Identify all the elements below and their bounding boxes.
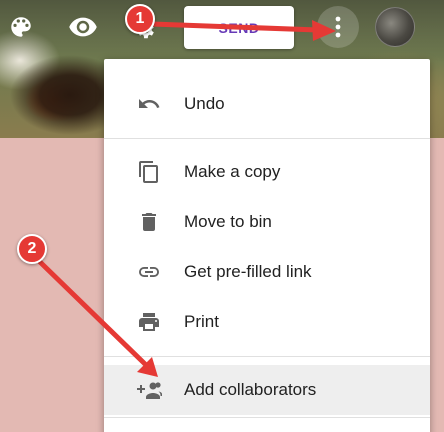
more-options-menu: Undo Make a copy Move to bin Get pre-fil…	[104, 59, 430, 432]
print-icon	[136, 309, 162, 335]
menu-item-label: Get pre-filled link	[184, 262, 312, 281]
menu-item-label: Move to bin	[184, 212, 272, 231]
more-options-button[interactable]	[317, 6, 359, 48]
menu-item-label: Add collaborators	[184, 380, 317, 399]
step-1-badge: 1	[125, 4, 155, 34]
menu-item-print[interactable]: Print	[104, 297, 430, 347]
menu-item-label: Undo	[184, 94, 225, 113]
trash-icon	[136, 209, 162, 235]
menu-item-move-to-bin[interactable]: Move to bin	[104, 197, 430, 247]
menu-divider	[104, 138, 430, 139]
link-icon	[136, 259, 162, 285]
menu-item-undo[interactable]: Undo	[104, 79, 430, 129]
step-2-badge: 2	[17, 234, 47, 264]
copy-icon	[136, 159, 162, 185]
menu-item-add-collaborators[interactable]: Add collaborators	[104, 365, 430, 415]
palette-icon[interactable]	[8, 14, 34, 40]
avatar[interactable]	[375, 7, 415, 47]
undo-icon	[136, 91, 162, 117]
menu-item-make-copy[interactable]: Make a copy	[104, 147, 430, 197]
send-button[interactable]: SEND	[184, 6, 294, 49]
eye-icon[interactable]	[66, 14, 100, 40]
more-vert-icon	[335, 16, 341, 38]
menu-item-label: Make a copy	[184, 162, 281, 181]
menu-item-label: Print	[184, 312, 219, 331]
menu-item-prefilled-link[interactable]: Get pre-filled link	[104, 247, 430, 297]
menu-divider	[104, 417, 430, 418]
add-people-icon	[136, 377, 162, 403]
menu-divider	[104, 356, 430, 357]
